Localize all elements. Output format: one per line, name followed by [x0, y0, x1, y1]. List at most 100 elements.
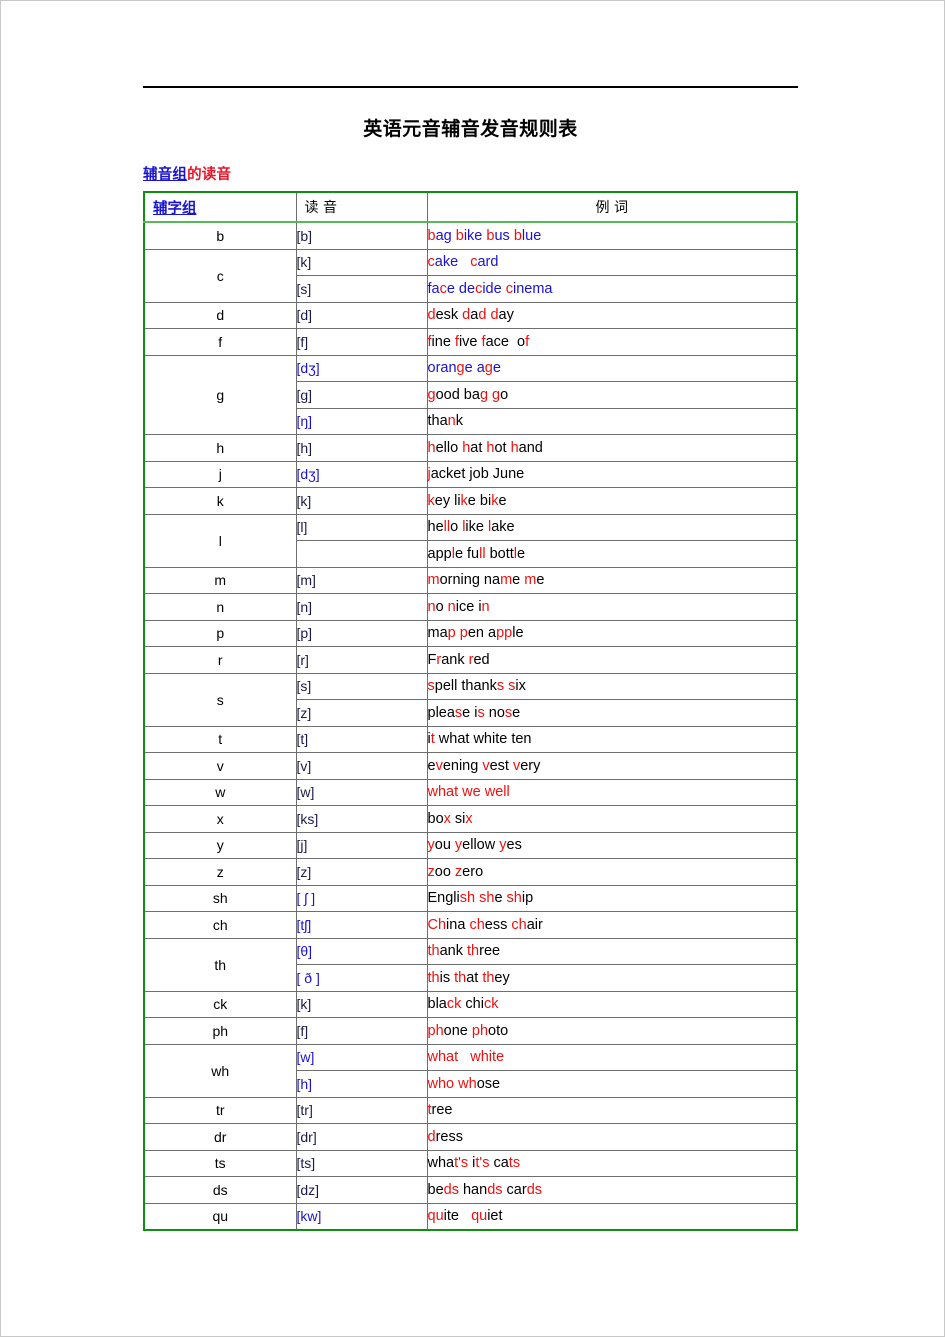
table-row: z [z] zoo zero: [143, 858, 798, 886]
letter-group-cell: ch: [143, 911, 297, 939]
table-row: w [w] what we well: [143, 778, 798, 806]
letter-group-cell: tr: [143, 1096, 297, 1124]
examples-cell: evening vest very: [426, 752, 798, 780]
examples-cell: map pen apple: [426, 619, 798, 647]
phonetic-cell: [kw]: [295, 1202, 428, 1231]
examples-cell: thank: [426, 407, 798, 435]
letter-group-cell: ts: [143, 1149, 297, 1177]
phonetic-cell: [p]: [295, 619, 428, 647]
examples-cell: English she ship: [426, 884, 798, 912]
letter-group-cell: g: [143, 354, 297, 435]
examples-cell: morning name me: [426, 566, 798, 594]
letter-group-cell: ph: [143, 1017, 297, 1045]
examples-cell: this that they: [426, 964, 798, 992]
pronunciation-rules-table: 辅字组 读 音 例 词 b [b] bag bike bus blue c [k] cak…: [143, 191, 798, 1231]
examples-cell: hello hat hot hand: [426, 434, 798, 462]
phonetic-cell: [ks]: [295, 805, 428, 833]
table-row: f [f] fine five face of: [143, 328, 798, 356]
table-row: b [b] bag bike bus blue: [143, 221, 798, 250]
column-header-letter-group: 辅字组: [143, 192, 297, 223]
section-subtitle: 辅音组的读音: [143, 163, 798, 184]
examples-cell: face decide cinema: [426, 275, 798, 303]
phonetic-cell: [ŋ]: [295, 407, 428, 435]
table-row: v [v] evening vest very: [143, 752, 798, 780]
letter-group-cell: qu: [143, 1202, 297, 1231]
table-row: x [ks] box six: [143, 805, 798, 833]
phonetic-cell: [w]: [295, 1043, 428, 1071]
letter-group-cell: dr: [143, 1123, 297, 1151]
examples-cell: box six: [426, 805, 798, 833]
table-row: n [n] no nice in: [143, 593, 798, 621]
letter-group-cell: d: [143, 301, 297, 329]
phonetic-cell: [z]: [295, 699, 428, 727]
table-row: ts [ts] what's it's cats: [143, 1149, 798, 1177]
phonetic-cell: [dz]: [295, 1176, 428, 1204]
subtitle-rest: 的读音: [187, 166, 232, 183]
table-row: ds [dz] beds hands cards: [143, 1176, 798, 1204]
letter-group-cell: h: [143, 434, 297, 462]
examples-cell: cake card: [426, 248, 798, 276]
table-row: s [s] spell thanks six: [143, 672, 798, 727]
examples-cell: Frank red: [426, 646, 798, 674]
phonetic-cell: [g]: [295, 381, 428, 409]
letter-group-cell: z: [143, 858, 297, 886]
phonetic-cell: [dr]: [295, 1123, 428, 1151]
phonetic-cell: [t]: [295, 725, 428, 753]
examples-cell: key like bike: [426, 487, 798, 515]
examples-cell: dress: [426, 1123, 798, 1151]
phonetic-cell: [ ʃ ]: [295, 884, 428, 912]
examples-cell: China chess chair: [426, 911, 798, 939]
letter-group-cell: n: [143, 593, 297, 621]
table-row: y [j] you yellow yes: [143, 831, 798, 859]
letter-group-cell: p: [143, 619, 297, 647]
table-row: j [dʒ] jacket job June: [143, 460, 798, 488]
letter-group-cell: m: [143, 566, 297, 594]
letter-group-cell: l: [143, 513, 297, 568]
phonetic-cell: [h]: [295, 434, 428, 462]
letter-group-cell: r: [143, 646, 297, 674]
phonetic-cell: [dʒ]: [295, 460, 428, 488]
letter-group-cell: s: [143, 672, 297, 727]
phonetic-cell: [f]: [295, 1017, 428, 1045]
table-row: th [θ] thank three: [143, 937, 798, 992]
table-row: k [k] key like bike: [143, 487, 798, 515]
phonetic-cell: [dʒ]: [295, 354, 428, 382]
letter-group-cell: k: [143, 487, 297, 515]
phonetic-cell: [z]: [295, 858, 428, 886]
phonetic-cell: [r]: [295, 646, 428, 674]
letter-group-cell: wh: [143, 1043, 297, 1098]
document-page: 英语元音辅音发音规则表 辅音组的读音 辅字组 读 音 例 词 b [b] bag b…: [0, 0, 945, 1337]
phonetic-cell: [f]: [295, 328, 428, 356]
letter-group-cell: j: [143, 460, 297, 488]
letter-group-cell: th: [143, 937, 297, 992]
examples-cell: no nice in: [426, 593, 798, 621]
examples-cell: desk dad day: [426, 301, 798, 329]
table-row: wh [w] what white: [143, 1043, 798, 1098]
phonetic-cell: [ ð ]: [295, 964, 428, 992]
letter-group-cell: sh: [143, 884, 297, 912]
examples-cell: zoo zero: [426, 858, 798, 886]
table-row: m [m] morning name me: [143, 566, 798, 594]
phonetic-cell: [d]: [295, 301, 428, 329]
letter-group-cell: y: [143, 831, 297, 859]
phonetic-cell: [θ]: [295, 937, 428, 965]
table-row: c [k] cake card: [143, 248, 798, 303]
subtitle-link[interactable]: 辅音组: [143, 166, 187, 183]
letter-group-cell: x: [143, 805, 297, 833]
phonetic-cell: [tr]: [295, 1096, 428, 1124]
examples-cell: it what white ten: [426, 725, 798, 753]
examples-cell: phone photo: [426, 1017, 798, 1045]
table-header-row: 辅字组 读 音 例 词: [143, 192, 798, 223]
table-row: h [h] hello hat hot hand: [143, 434, 798, 462]
table-row: ph [f] phone photo: [143, 1017, 798, 1045]
table-row: g [dʒ] orange age: [143, 354, 798, 435]
table-row: sh[ ʃ ] English she ship: [143, 884, 798, 912]
examples-cell: hello like lake: [426, 513, 798, 541]
phonetic-cell: [l]: [295, 513, 428, 541]
phonetic-cell: [m]: [295, 566, 428, 594]
examples-cell: what's it's cats: [426, 1149, 798, 1177]
examples-cell: tree: [426, 1096, 798, 1124]
table-row: t [t] it what white ten: [143, 725, 798, 753]
letter-group-cell: f: [143, 328, 297, 356]
column-header-examples: 例 词: [426, 192, 798, 223]
